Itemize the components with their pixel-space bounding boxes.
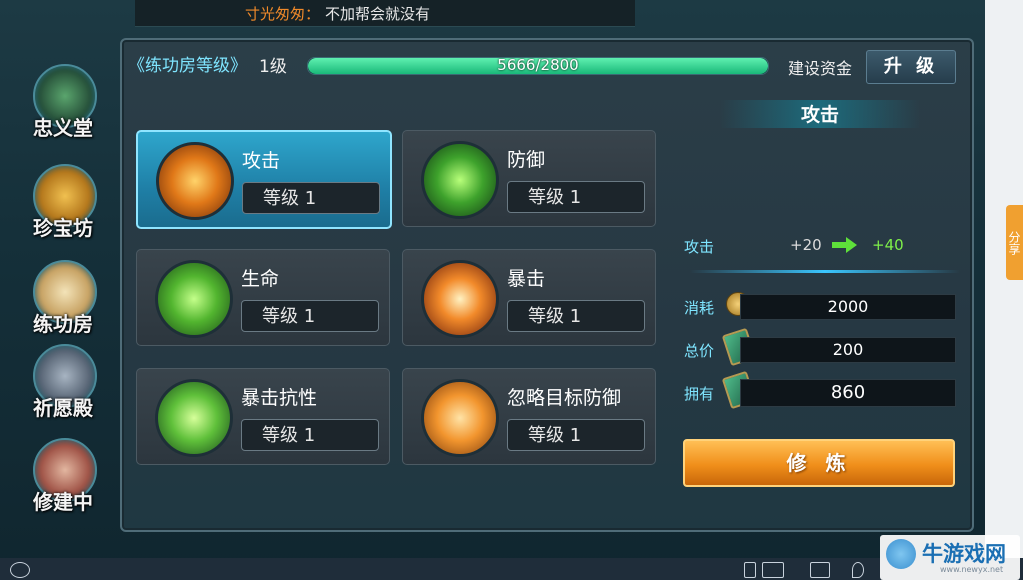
total-label: 总价 bbox=[684, 342, 715, 360]
skill-level: 等级 1 bbox=[507, 300, 645, 332]
chat-message-bar[interactable]: 寸光匆匆： 不加帮会就没有 bbox=[135, 0, 635, 27]
arrow-right-icon bbox=[832, 237, 857, 253]
skill-level: 等级 1 bbox=[241, 300, 379, 332]
nav-item-prayer[interactable]: 祈愿殿 bbox=[18, 340, 108, 426]
skill-level: 等级 1 bbox=[242, 182, 380, 214]
skill-level: 等级 1 bbox=[507, 181, 645, 213]
skill-level: 等级 1 bbox=[507, 419, 645, 451]
nav-label: 修建中 bbox=[33, 490, 93, 514]
own-value: 860 bbox=[740, 379, 956, 407]
skill-card-attack[interactable]: 攻击 等级 1 bbox=[136, 130, 392, 229]
watermark: 牛游戏网 www.newyx.net bbox=[880, 535, 1020, 580]
keyboard-icon[interactable] bbox=[762, 562, 784, 578]
skill-card-critical[interactable]: 暴击 等级 1 bbox=[402, 249, 656, 346]
nav-item-treasure[interactable]: 珍宝坊 bbox=[18, 160, 108, 246]
location-icon[interactable] bbox=[852, 562, 864, 578]
phone-icon[interactable] bbox=[744, 562, 756, 578]
skill-card-crit-resist[interactable]: 暴击抗性 等级 1 bbox=[136, 368, 390, 465]
consume-value: 2000 bbox=[740, 294, 956, 320]
fullscreen-icon[interactable] bbox=[810, 562, 830, 578]
consume-label: 消耗 bbox=[684, 299, 715, 317]
sword-fire-icon bbox=[156, 142, 234, 220]
skill-level: 等级 1 bbox=[241, 419, 379, 451]
crit-resist-icon bbox=[155, 379, 233, 457]
nav-label: 珍宝坊 bbox=[33, 216, 93, 240]
total-value: 200 bbox=[740, 337, 956, 363]
chat-text: 不加帮会就没有 bbox=[325, 5, 431, 23]
skill-card-ignore-defense[interactable]: 忽略目标防御 等级 1 bbox=[402, 368, 656, 465]
chat-sender: 寸光匆匆： bbox=[245, 5, 321, 23]
nav-item-construction[interactable]: 修建中 bbox=[18, 434, 108, 520]
detail-title: 攻击 bbox=[720, 100, 920, 128]
watermark-text: 牛游戏网 bbox=[922, 542, 1006, 566]
upgrade-button[interactable]: 升 级 bbox=[866, 50, 956, 84]
nav-item-loyalty-hall[interactable]: 忠义堂 bbox=[18, 60, 108, 146]
skill-name: 生命 bbox=[241, 268, 280, 290]
panel-header: 《练功房等级》 1级 5666/2800 建设资金 升 级 bbox=[124, 48, 966, 88]
home-icon[interactable] bbox=[10, 562, 30, 578]
critical-burst-icon bbox=[421, 260, 499, 338]
nav-label: 祈愿殿 bbox=[33, 396, 93, 420]
nav-label: 忠义堂 bbox=[33, 116, 93, 140]
construction-progress-bar: 5666/2800 bbox=[307, 57, 769, 75]
skill-name: 攻击 bbox=[242, 150, 281, 172]
fund-label: 建设资金 bbox=[788, 59, 853, 78]
own-label: 拥有 bbox=[684, 385, 715, 403]
skill-name: 暴击抗性 bbox=[241, 387, 318, 409]
right-edge-strip bbox=[985, 0, 1023, 560]
share-button[interactable]: 分享 bbox=[1006, 205, 1023, 280]
training-room-level-title: 《练功房等级》 bbox=[128, 56, 247, 76]
stat-next: +40 bbox=[872, 236, 904, 254]
nav-item-training[interactable]: 练功房 bbox=[18, 256, 108, 342]
life-tree-icon bbox=[155, 260, 233, 338]
skill-card-life[interactable]: 生命 等级 1 bbox=[136, 249, 390, 346]
nav-label: 练功房 bbox=[33, 312, 93, 336]
train-button[interactable]: 修 炼 bbox=[683, 439, 955, 487]
skill-name: 防御 bbox=[507, 149, 546, 171]
shield-green-icon bbox=[421, 141, 499, 219]
ignore-defense-icon bbox=[421, 379, 499, 457]
skill-card-defense[interactable]: 防御 等级 1 bbox=[402, 130, 656, 227]
progress-text: 5666/2800 bbox=[497, 57, 579, 74]
skill-name: 忽略目标防御 bbox=[507, 387, 622, 409]
system-taskbar bbox=[0, 558, 1023, 580]
room-level: 1级 bbox=[259, 57, 287, 77]
stat-current: +20 bbox=[790, 236, 822, 254]
skill-name: 暴击 bbox=[507, 268, 546, 290]
divider-glow bbox=[690, 270, 960, 273]
watermark-url: www.newyx.net bbox=[940, 565, 1004, 574]
stat-label: 攻击 bbox=[684, 238, 715, 256]
watermark-logo-icon bbox=[886, 539, 916, 569]
